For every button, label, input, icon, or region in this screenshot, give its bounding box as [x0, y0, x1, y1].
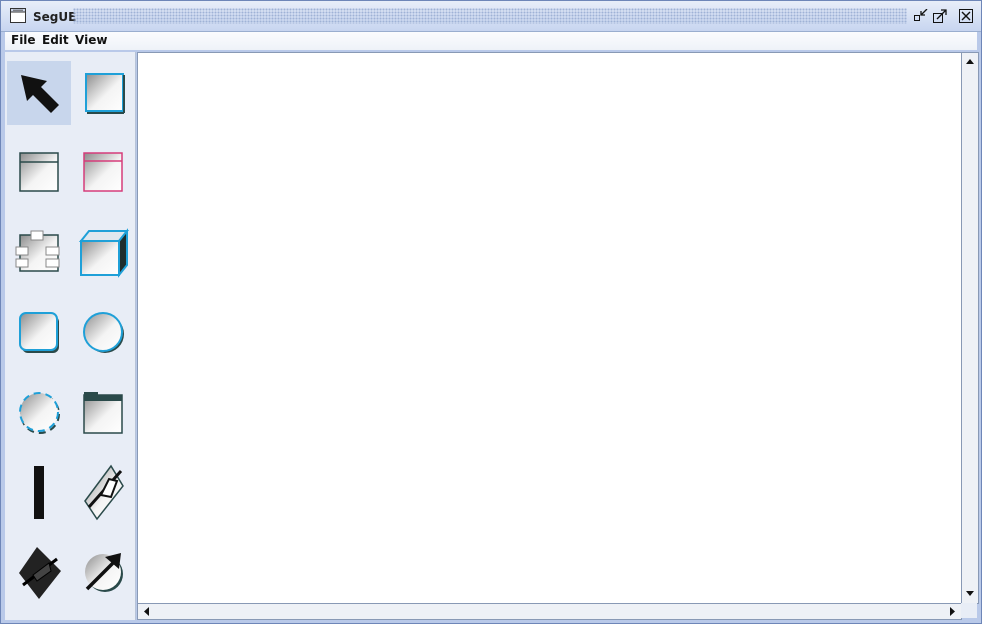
horizontal-scrollbar[interactable] — [137, 603, 962, 620]
tool-palette — [5, 52, 136, 620]
scroll-up-icon[interactable] — [963, 55, 977, 68]
scroll-down-icon[interactable] — [963, 587, 977, 600]
close-icon[interactable] — [958, 9, 974, 23]
component-icon — [15, 230, 60, 272]
circle-tool[interactable] — [71, 301, 135, 365]
cube-node-tool[interactable] — [71, 221, 135, 285]
cube-node-icon — [78, 228, 130, 278]
application-window: SegUE File Edit View — [0, 0, 982, 624]
package-icon — [83, 392, 123, 434]
scrollbar-corner — [961, 603, 977, 618]
pink-class-box-tool[interactable] — [71, 141, 135, 205]
rounded-square-icon — [19, 312, 59, 353]
pen-line-icon — [84, 464, 124, 521]
maximize-icon[interactable] — [932, 9, 948, 23]
title-bar-texture — [73, 8, 907, 24]
class-box-tool[interactable] — [7, 141, 71, 205]
minimize-icon[interactable] — [913, 9, 929, 23]
square-icon — [85, 73, 125, 114]
package-tool[interactable] — [71, 381, 135, 445]
component-tool[interactable] — [7, 221, 71, 285]
select-arrow-icon — [21, 75, 59, 113]
diamond-pen-icon — [19, 547, 61, 599]
arrow-circle-icon — [85, 553, 123, 592]
menu-bar: File Edit View — [5, 32, 977, 50]
menu-view[interactable]: View — [75, 32, 107, 49]
vertical-bar-icon — [34, 466, 44, 519]
drawing-canvas[interactable] — [137, 52, 962, 604]
scroll-left-icon[interactable] — [140, 605, 154, 618]
diamond-pen-tool[interactable] — [7, 541, 71, 605]
select-tool[interactable] — [7, 61, 71, 125]
rounded-square-tool[interactable] — [7, 301, 71, 365]
scroll-right-icon[interactable] — [945, 605, 959, 618]
dashed-circle-tool[interactable] — [7, 381, 71, 445]
square-tool[interactable] — [71, 61, 135, 125]
dashed-circle-icon — [19, 392, 60, 434]
window-icon — [10, 8, 26, 23]
window-title: SegUE — [33, 10, 77, 24]
pink-class-box-icon — [83, 152, 123, 192]
circle-icon — [83, 312, 124, 353]
pen-line-tool[interactable] — [71, 461, 135, 525]
menu-edit[interactable]: Edit — [42, 32, 69, 49]
title-bar[interactable]: SegUE — [1, 1, 981, 32]
class-box-icon — [19, 152, 59, 192]
vertical-bar-tool[interactable] — [7, 461, 71, 525]
vertical-scrollbar[interactable] — [961, 52, 979, 604]
menu-file[interactable]: File — [11, 32, 36, 49]
arrow-circle-tool[interactable] — [71, 541, 135, 605]
